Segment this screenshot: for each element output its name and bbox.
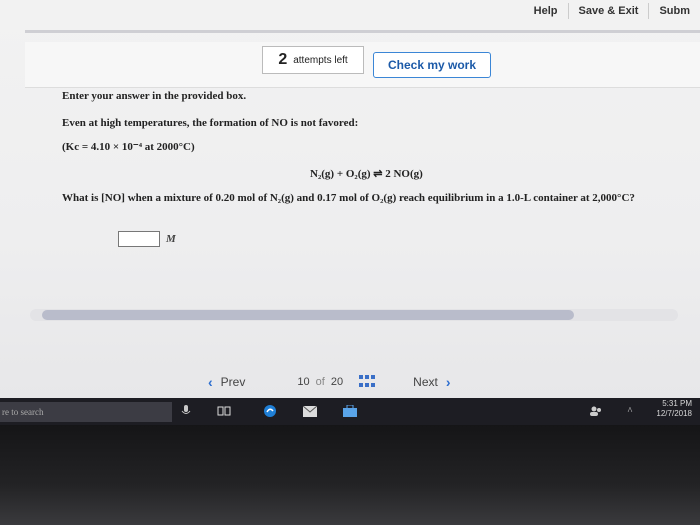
taskbar-search[interactable]: re to search [0,402,172,422]
store-icon[interactable] [342,404,358,418]
help-link[interactable]: Help [524,3,568,19]
reaction-equation: N₂(g) + O₂(g) ⇌ 2 NO(g) [310,168,423,180]
answer-row: M [118,231,176,247]
next-button[interactable]: Next › [413,374,450,390]
save-exit-link[interactable]: Save & Exit [567,3,649,19]
task-view-icon[interactable] [216,404,232,418]
current-page: 10 [297,376,310,388]
grid-icon[interactable] [359,375,376,389]
edge-browser-icon[interactable] [262,404,278,418]
people-icon[interactable] [588,404,604,418]
chevron-up-icon[interactable]: ^ [622,404,638,418]
header-divider [25,30,700,33]
attempts-badge: 2 attempts left [262,46,364,74]
question-statement: Even at high temperatures, the formation… [62,117,359,129]
page-indicator: 10 of 20 [297,376,343,388]
kc-value: (Kc = 4.10 × 10⁻⁴ at 2000°C) [62,141,195,153]
chevron-right-icon: › [445,374,451,390]
question-prompt: What is [NO] when a mixture of 0.20 mol … [62,192,635,204]
attempts-label: attempts left [293,54,348,66]
chevron-left-icon: ‹ [208,374,213,390]
mail-icon[interactable] [302,404,318,418]
clock-time: 5:31 PM [662,399,692,408]
browser-screen: Help Save & Exit Subm 2 attempts left Ch… [0,0,700,398]
scrollbar-thumb[interactable] [42,310,574,320]
of-label: of [315,376,325,388]
submit-link[interactable]: Subm [648,3,700,19]
system-clock[interactable]: 5:31 PM 12/7/2018 [656,399,692,419]
answer-unit: M [166,233,176,245]
instruction-text: Enter your answer in the provided box. [62,90,247,102]
microphone-icon[interactable] [178,404,194,418]
clock-date: 12/7/2018 [656,409,692,418]
check-my-work-button[interactable]: Check my work [373,52,491,78]
top-nav: Help Save & Exit Subm [524,0,700,22]
prev-button[interactable]: ‹ Prev [208,374,245,390]
answer-input[interactable] [118,231,160,247]
prev-label: Prev [220,375,246,389]
next-label: Next [413,375,438,389]
question-pager: ‹ Prev 10 of 20 Next › [200,374,500,390]
monitor-bezel [0,425,700,525]
attempts-count: 2 [278,51,288,68]
total-pages: 20 [330,376,344,388]
